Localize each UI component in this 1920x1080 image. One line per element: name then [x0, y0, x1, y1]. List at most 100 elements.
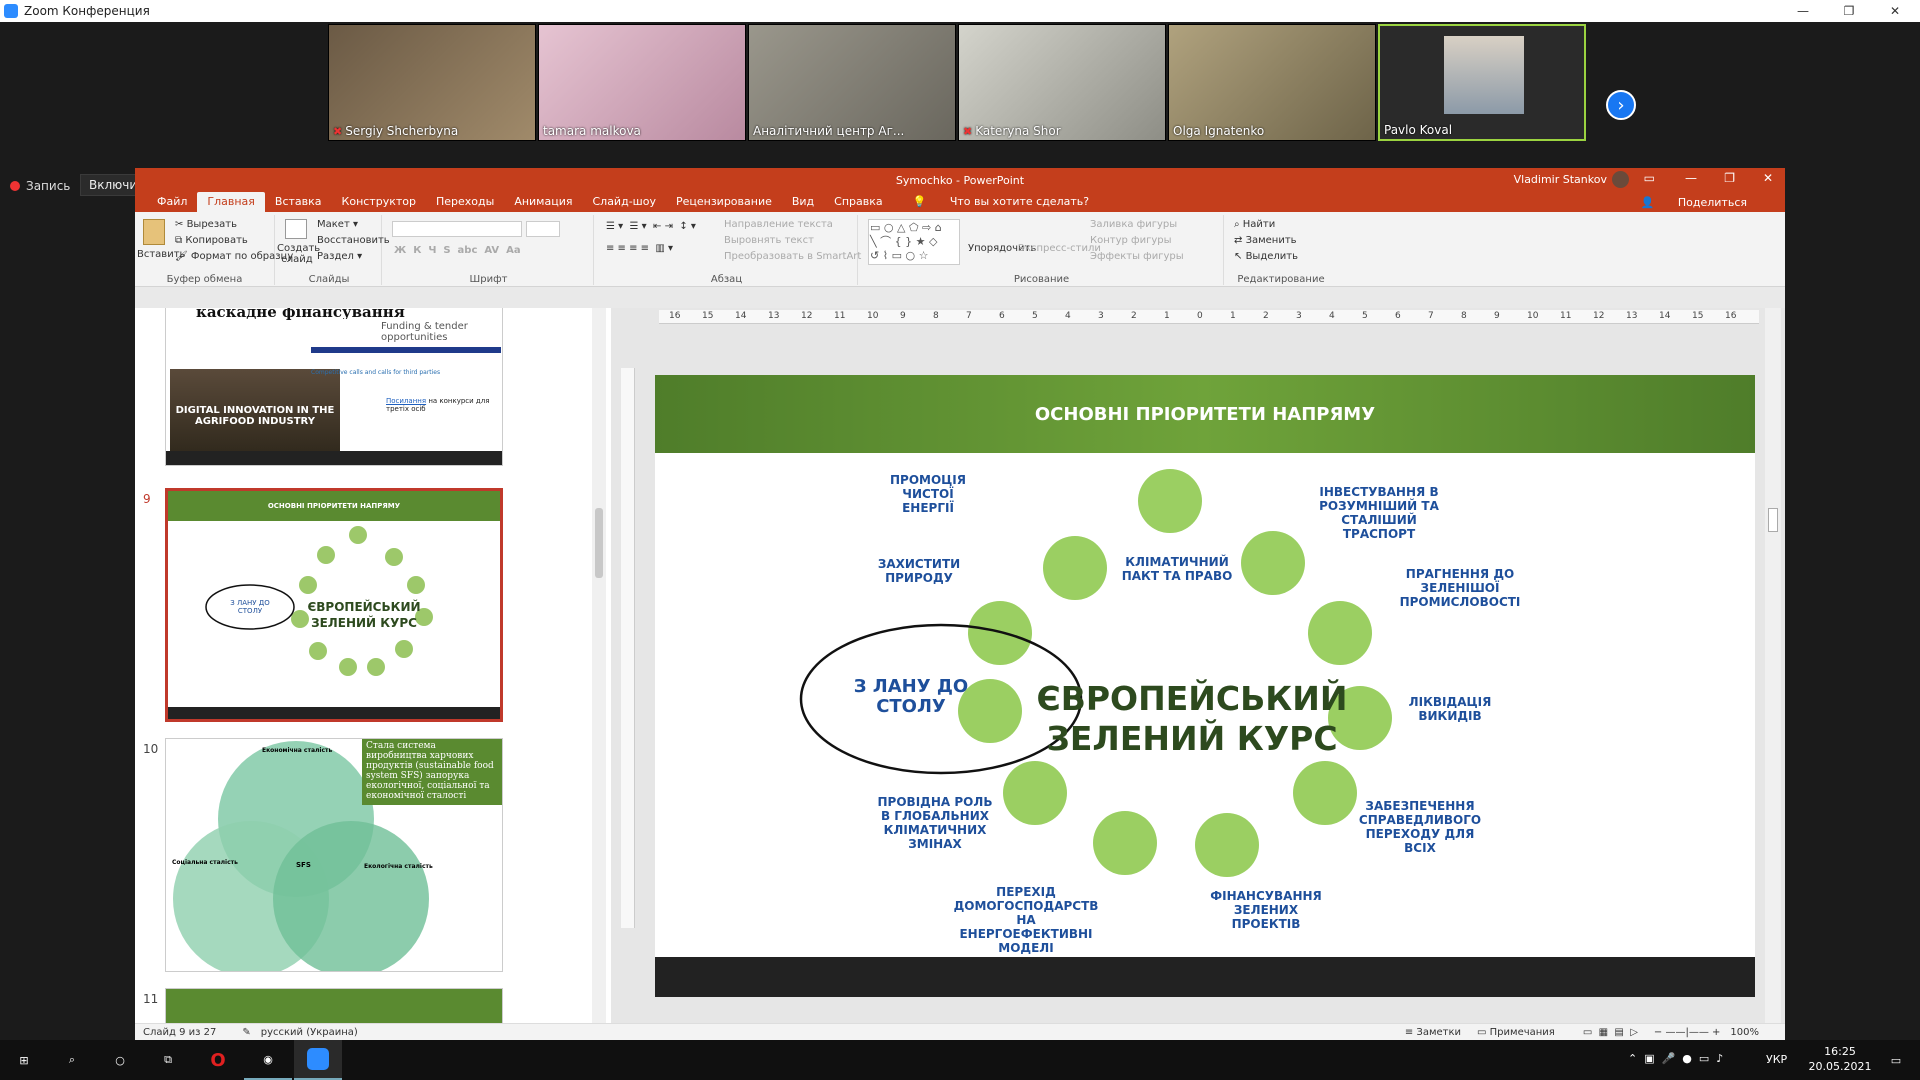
- shared-screen-powerpoint: Symochko - PowerPoint Vladimir Stankov ▭…: [135, 168, 1785, 1059]
- shapes-gallery[interactable]: ▭ ○ △ ⬠ ⇨ ⌂ ╲ ⌒ { } ★ ◇ ↺ ⌇ ▭ ○ ☆: [868, 219, 960, 265]
- slide-scrollbar[interactable]: [1765, 308, 1781, 1041]
- notification-icon[interactable]: ▭: [1872, 1040, 1920, 1080]
- slide-thumbnail[interactable]: Стала система виробництва харчових проду…: [165, 738, 503, 972]
- comments-button[interactable]: ▭ Примечания: [1477, 1027, 1555, 1038]
- smartart-button[interactable]: Преобразовать в SmartArt: [724, 251, 861, 262]
- slide-thumbnail-selected[interactable]: ОСНОВНІ ПРІОРИТЕТИ НАПРЯМУ З ЛАНУ ДО СТО…: [165, 488, 503, 722]
- replace-button[interactable]: ⇄ Заменить: [1234, 235, 1297, 246]
- participant-name: tamara malkova: [543, 124, 641, 138]
- new-slide-button[interactable]: Создать слайд: [277, 243, 320, 265]
- next-page-arrow-icon[interactable]: ›: [1606, 90, 1636, 120]
- slide-canvas[interactable]: ОСНОВНІ ПРІОРИТЕТИ НАПРЯМУ З ЛАНУ ДО СТО…: [655, 375, 1755, 997]
- slide-thumbnail[interactable]: каскадне фінансування Funding & tender o…: [165, 308, 503, 466]
- find-button[interactable]: ⌕ Найти: [1234, 219, 1275, 230]
- mic-muted-icon: ✖: [963, 124, 973, 138]
- scroll-thumb[interactable]: [1768, 508, 1778, 532]
- tab-transitions[interactable]: Переходы: [426, 195, 504, 212]
- search-icon: ⌕: [1234, 219, 1243, 230]
- ruler-tick-label: 1: [1230, 311, 1236, 321]
- tab-review[interactable]: Рецензирование: [666, 195, 782, 212]
- format-painter-button[interactable]: 🖌 Формат по образцу: [175, 251, 293, 262]
- tab-insert[interactable]: Вставка: [265, 195, 332, 212]
- tab-home[interactable]: Главная: [197, 192, 265, 212]
- ppt-close-button[interactable]: ✕: [1763, 171, 1773, 185]
- clock[interactable]: 16:25 20.05.2021: [1808, 1044, 1872, 1074]
- recording-indicator[interactable]: Запись: [10, 179, 70, 193]
- task-view-icon[interactable]: ⧉: [144, 1040, 192, 1080]
- slide-thumbnails-panel[interactable]: каскадне фінансування Funding & tender o…: [135, 308, 611, 1041]
- zoom-slider[interactable]: − ——|—— +: [1654, 1027, 1720, 1038]
- layout-button[interactable]: Макет ▾: [317, 219, 358, 230]
- minimize-button[interactable]: —: [1780, 0, 1826, 22]
- ribbon-display-icon[interactable]: ▭: [1644, 171, 1655, 185]
- view-buttons[interactable]: ▭ ▦ ▤ ▷: [1583, 1027, 1638, 1038]
- share-button[interactable]: 👤 Поделиться: [1621, 196, 1767, 213]
- participant-name: Kateryna Shor: [975, 124, 1061, 138]
- chrome-icon[interactable]: ◉: [244, 1040, 292, 1080]
- language-indicator[interactable]: русский (Украина): [261, 1027, 358, 1038]
- participant-tile-active-speaker[interactable]: Pavlo Koval: [1378, 24, 1586, 141]
- zoom-level[interactable]: 100%: [1730, 1027, 1759, 1038]
- shape-fill-button[interactable]: Заливка фигуры: [1090, 219, 1177, 230]
- lightbulb-icon: 💡: [912, 195, 930, 208]
- bold-button[interactable]: Ж К Ч S abc AV Aa: [394, 245, 521, 256]
- align-buttons[interactable]: ≡ ≡ ≡ ≡ ▥ ▾: [606, 243, 673, 254]
- slide-footer-bar: [655, 957, 1755, 997]
- participant-tile[interactable]: Olga Ignatenko: [1168, 24, 1376, 141]
- clipboard-group: Вставить ✂ Вырезать ⧉ Копировать 🖌 Форма…: [135, 215, 293, 285]
- zoom-app-icon[interactable]: [294, 1040, 342, 1080]
- participant-tile[interactable]: Аналітичний центр Аг...: [748, 24, 956, 141]
- tell-me-box[interactable]: 💡 Что вы хотите сделать?: [893, 195, 1109, 212]
- font-family-select[interactable]: [392, 221, 522, 237]
- input-language[interactable]: УКР: [1766, 1053, 1787, 1066]
- farm-to-fork-label: З ЛАНУ ДО СТОЛУ: [853, 676, 969, 717]
- align-text-button[interactable]: Выровнять текст: [724, 235, 814, 246]
- font-size-select[interactable]: [526, 221, 560, 237]
- cortana-icon[interactable]: ○: [96, 1040, 144, 1080]
- avatar[interactable]: [1612, 171, 1629, 188]
- cut-button[interactable]: ✂ Вырезать: [175, 219, 237, 230]
- close-window-button[interactable]: ✕: [1872, 0, 1918, 22]
- tab-file[interactable]: Файл: [147, 195, 197, 212]
- participant-tile[interactable]: ✖ Sergiy Shcherbyna: [328, 24, 536, 141]
- tab-design[interactable]: Конструктор: [332, 195, 426, 212]
- tab-help[interactable]: Справка: [824, 195, 892, 212]
- tab-slideshow[interactable]: Слайд-шоу: [582, 195, 665, 212]
- shape-effects-button[interactable]: Эффекты фигуры: [1090, 251, 1184, 262]
- leaf-justice-icon: [1293, 761, 1357, 825]
- windows-start-icon[interactable]: ⊞: [0, 1040, 48, 1080]
- notes-button[interactable]: ≡ Заметки: [1405, 1027, 1461, 1038]
- bullets-button[interactable]: ☰ ▾ ☰ ▾ ⇤ ⇥ ↕ ▾: [606, 221, 696, 232]
- participant-tile[interactable]: tamara malkova: [538, 24, 746, 141]
- select-button[interactable]: ↖ Выделить: [1234, 251, 1298, 262]
- ppt-minimize-button[interactable]: —: [1685, 171, 1697, 185]
- vertical-ruler[interactable]: [621, 368, 635, 928]
- spellcheck-icon[interactable]: ✎: [242, 1027, 250, 1038]
- slide-title[interactable]: ОСНОВНІ ПРІОРИТЕТИ НАПРЯМУ: [655, 375, 1755, 453]
- thumbnails-scrollbar[interactable]: [592, 308, 606, 1041]
- tab-view[interactable]: Вид: [782, 195, 824, 212]
- group-label: Абзац: [710, 274, 743, 285]
- maximize-button[interactable]: ❐: [1826, 0, 1872, 22]
- leaf-climate-icon: [1138, 469, 1202, 533]
- horizontal-ruler[interactable]: 16 15 14 13 12 11 10 9 8 7 6 5 4 3 2 1 0 1 2 3 4 5 6 7 8 9 10 11 12 1…: [659, 310, 1759, 324]
- copy-button[interactable]: ⧉ Копировать: [175, 235, 248, 246]
- shape-outline-button[interactable]: Контур фигуры: [1090, 235, 1172, 246]
- tab-animations[interactable]: Анимация: [504, 195, 582, 212]
- reset-button[interactable]: Восстановить: [317, 235, 390, 246]
- ppt-workspace: каскадне фінансування Funding & tender o…: [135, 308, 1785, 1041]
- ppt-user-name: Vladimir Stankov: [1513, 173, 1607, 186]
- section-button[interactable]: Раздел ▾: [317, 251, 362, 262]
- opera-icon[interactable]: O: [194, 1040, 242, 1080]
- quick-styles-button[interactable]: Экспресс-стили: [1018, 243, 1101, 254]
- new-slide-icon[interactable]: [285, 219, 307, 239]
- ppt-restore-button[interactable]: ❐: [1724, 171, 1735, 185]
- search-icon[interactable]: ⌕: [48, 1040, 96, 1080]
- tray-icons[interactable]: ⌃ ▣ 🎤 ● ▭ ♪: [1628, 1052, 1723, 1065]
- ruler-tick-label: 6: [999, 311, 1005, 321]
- label-climate-pact: КЛІМАТИЧНИЙ ПАКТ ТА ПРАВО: [1121, 555, 1233, 583]
- text-direction-button[interactable]: Направление текста: [724, 219, 833, 230]
- paste-icon[interactable]: [143, 219, 165, 245]
- participant-tile[interactable]: ✖ Kateryna Shor: [958, 24, 1166, 141]
- scroll-thumb[interactable]: [595, 508, 603, 578]
